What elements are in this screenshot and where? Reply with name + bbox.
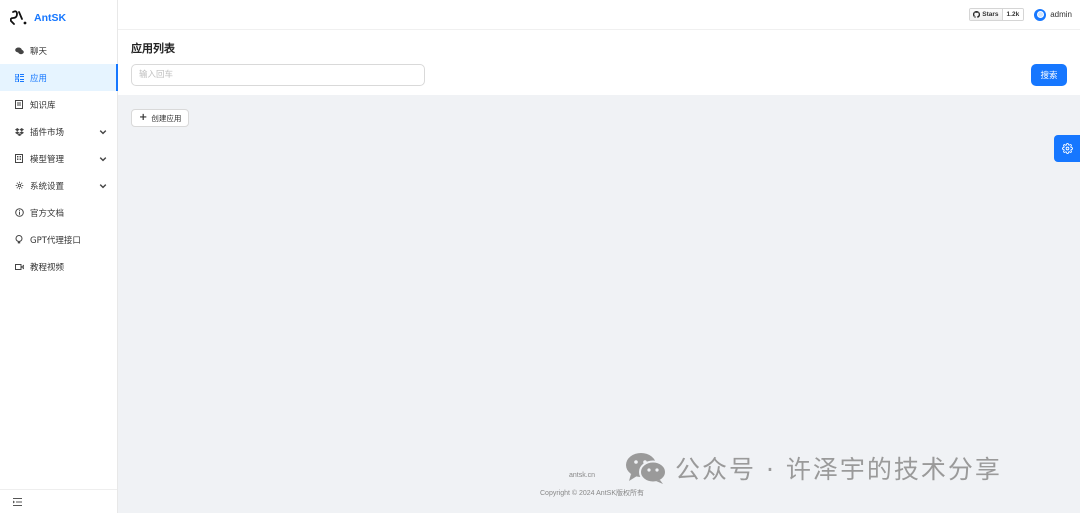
sidebar-item-label: 应用 xyxy=(30,73,48,84)
watermark: 公众号 · 许泽宇的技术分享 xyxy=(625,450,1002,486)
sidebar-item-8[interactable]: 教程视频 xyxy=(0,253,117,280)
sidebar-item-0[interactable]: 聊天 xyxy=(0,37,117,64)
apps-icon xyxy=(14,73,24,83)
page-title: 应用列表 xyxy=(131,42,175,55)
sidebar-menu: 聊天应用知识库插件市场模型管理系统设置官方文档 GPT代理接口 教程视频 xyxy=(0,37,118,280)
avatar xyxy=(1034,8,1047,21)
wechat-icon xyxy=(626,453,667,484)
top-header: Stars 1.2k admin xyxy=(118,0,1080,29)
bulb-icon xyxy=(14,235,24,245)
copyright-text: Copyright © 2024 AntSK版权所有 xyxy=(540,490,644,497)
github-stars-count: 1.2k xyxy=(1002,9,1024,20)
github-stars-label: Stars xyxy=(982,11,999,18)
book-icon xyxy=(14,100,24,110)
create-app-label: 创建应用 xyxy=(151,113,182,123)
sidebar-item-label: 插件市场 xyxy=(30,127,65,138)
plus-icon: + xyxy=(139,112,148,123)
antsk-logo-icon xyxy=(10,10,27,25)
sidebar-item-label: 模型管理 xyxy=(30,154,65,165)
sidebar-item-label: 系统设置 xyxy=(30,181,65,192)
sidebar-item-label: GPT代理接口 xyxy=(30,235,81,246)
gear-icon xyxy=(14,181,24,191)
sidebar-item-6[interactable]: 官方文档 xyxy=(0,199,117,226)
user-menu[interactable]: admin xyxy=(1034,8,1072,21)
sidebar-item-4[interactable]: 模型管理 xyxy=(0,145,117,172)
dropbox-icon xyxy=(14,127,24,137)
sidebar-item-5[interactable]: 系统设置 xyxy=(0,172,117,199)
sidebar-item-label: 官方文档 xyxy=(30,208,65,219)
brand-name: AntSK xyxy=(34,12,67,24)
page-header: 应用列表 搜索 xyxy=(118,29,1080,95)
building-icon xyxy=(14,154,24,164)
sidebar-item-1[interactable]: 应用 xyxy=(0,64,118,91)
settings-drawer-button[interactable] xyxy=(1054,135,1080,162)
chevron-down-icon xyxy=(99,129,107,134)
user-name: admin xyxy=(1050,10,1072,19)
collapse-sidebar-button[interactable] xyxy=(0,489,117,513)
footer-link[interactable]: antsk.cn xyxy=(569,472,595,479)
sidebar-item-7[interactable]: GPT代理接口 xyxy=(0,226,117,253)
sidebar-item-2[interactable]: 知识库 xyxy=(0,91,117,118)
search-input[interactable] xyxy=(131,64,425,86)
chat-icon xyxy=(14,46,24,56)
menu-fold-icon xyxy=(13,497,22,506)
sidebar-item-label: 知识库 xyxy=(30,100,56,111)
gear-icon xyxy=(1061,143,1073,154)
github-icon xyxy=(973,11,981,18)
sidebar-item-label: 教程视频 xyxy=(30,262,65,273)
sidebar: AntSK 聊天应用知识库插件市场模型管理系统设置官方文档 GPT代理接口 教程视频 xyxy=(0,0,118,513)
info-icon xyxy=(14,208,24,218)
sidebar-item-3[interactable]: 插件市场 xyxy=(0,118,117,145)
watermark-text: 公众号 · 许泽宇的技术分享 xyxy=(675,455,1002,484)
search-button[interactable]: 搜索 xyxy=(1031,64,1067,86)
chevron-down-icon xyxy=(99,156,107,161)
create-app-button[interactable]: + 创建应用 xyxy=(131,109,190,127)
brand[interactable]: AntSK xyxy=(0,0,117,36)
github-stars-badge[interactable]: Stars 1.2k xyxy=(969,8,1025,21)
sidebar-item-label: 聊天 xyxy=(30,46,48,57)
chevron-down-icon xyxy=(99,183,107,188)
video-icon xyxy=(14,262,24,272)
